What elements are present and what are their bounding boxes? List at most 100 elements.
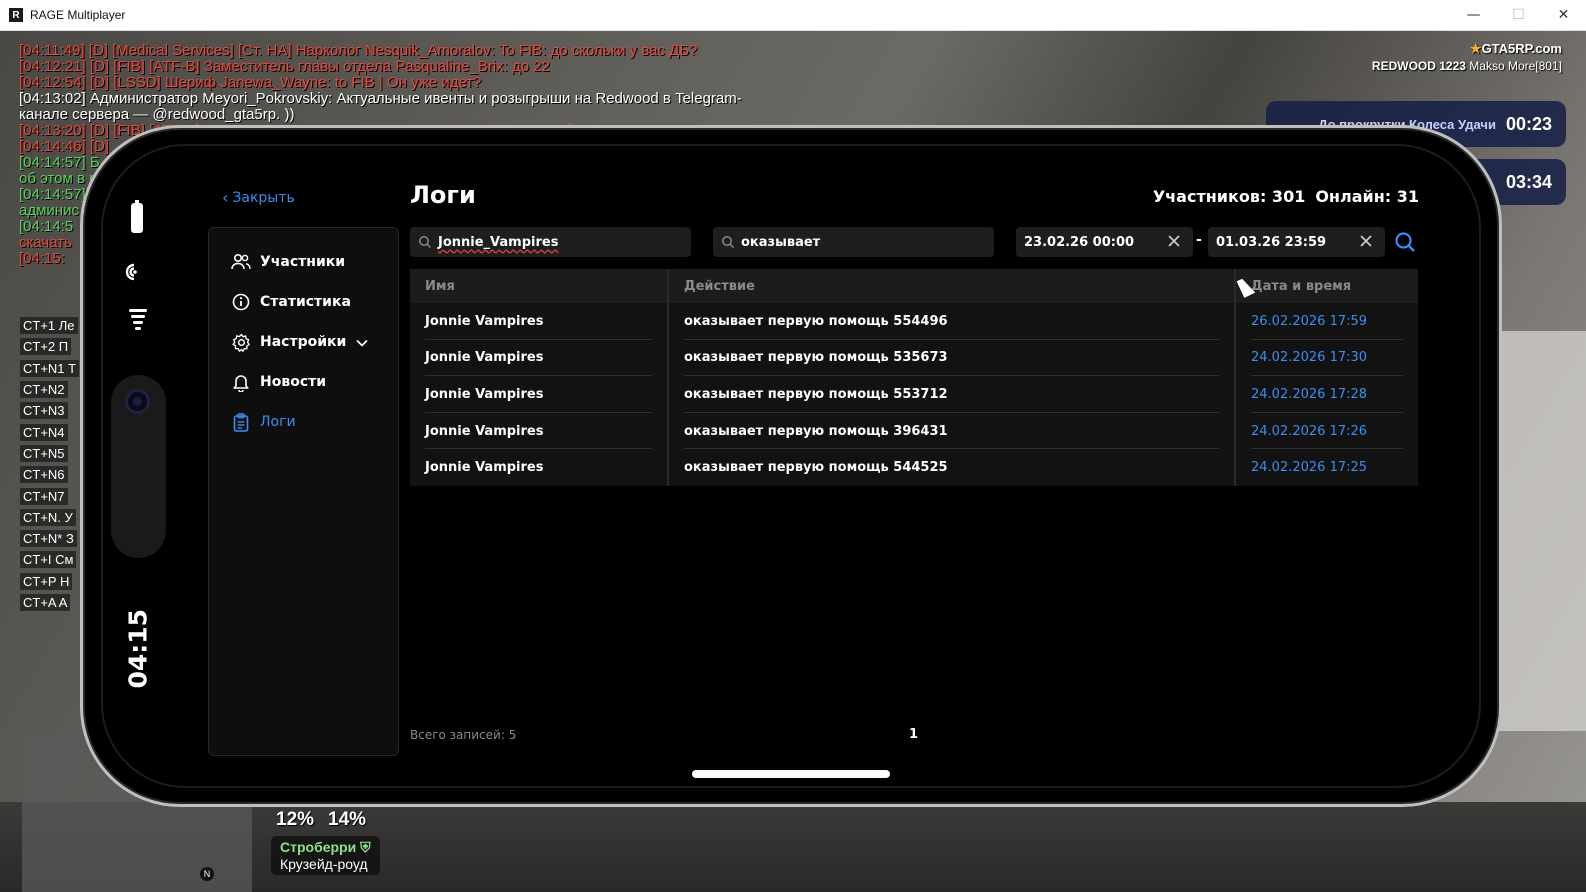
keybind-item: CT+N2 [20, 379, 79, 400]
close-window-button[interactable]: ✕ [1541, 0, 1586, 30]
cell-name: Jonnie Vampires [410, 376, 669, 413]
keybind-item: CT+N5 [20, 443, 79, 464]
table-header: Имя Действие Дата и время [410, 269, 1418, 303]
timer-value: 03:34 [1505, 171, 1552, 192]
server-info: ★GTA5RP.com REDWOOD 1223 Makso More[801] [1372, 41, 1562, 73]
column-header-name[interactable]: Имя [410, 269, 669, 303]
name-search-input[interactable]: Jonnie_Vampires [410, 227, 691, 257]
chat-line: [04:13:02] Администратор Meyori_Pokrovsk… [19, 91, 742, 107]
street-name: Крузейд-роуд [280, 856, 368, 872]
chevron-down-icon[interactable] [356, 335, 368, 351]
online-count: Онлайн: 31 [1315, 187, 1419, 206]
window-title: RAGE Multiplayer [30, 8, 126, 22]
date-separator: - [1196, 232, 1202, 248]
sidebar-item-label: Новости [260, 374, 327, 390]
keybind-item: CT+I См [20, 549, 79, 570]
star-icon: ★ [1469, 41, 1482, 56]
player-name: Makso More[801] [1469, 59, 1562, 73]
keybind-item: CT+N. У [20, 507, 79, 528]
chat-line: [04:11:49] [D] [Medical Services] [Ст. Н… [19, 43, 698, 59]
column-header-action[interactable]: Действие [669, 269, 1236, 303]
date-from-input[interactable]: 23.02.26 00:00 [1016, 227, 1193, 257]
table-row: Jonnie Vampires оказывает первую помощь … [410, 303, 1418, 340]
name-search-value: Jonnie_Vampires [438, 234, 559, 250]
camera-icon [125, 389, 150, 414]
zone-name: Строберри ⛨ [280, 839, 371, 855]
hunger-stat: 12% [276, 809, 315, 830]
page-title: Логи [410, 181, 476, 209]
cell-datetime[interactable]: 24.02.2026 17:26 [1236, 413, 1418, 450]
timer-value: 00:23 [1505, 113, 1552, 134]
clear-date-from-icon[interactable] [1167, 234, 1181, 248]
cell-action: оказывает первую помощь 554496 [669, 303, 1236, 340]
keybind-item: CT+N7 [20, 485, 79, 506]
sidebar-item-label: Логи [260, 414, 296, 430]
pagination-page[interactable]: 1 [909, 727, 918, 742]
thirst-stat: 14% [328, 809, 367, 830]
cell-name: Jonnie Vampires [410, 449, 669, 486]
sidebar-item-label: Статистика [260, 294, 351, 310]
close-button[interactable]: ‹ Закрыть [222, 188, 295, 207]
date-to-input[interactable]: 01.03.26 23:59 [1208, 227, 1385, 257]
cell-datetime[interactable]: 24.02.2026 17:25 [1236, 449, 1418, 486]
cell-name: Jonnie Vampires [410, 303, 669, 340]
sidebar-item-news[interactable]: Новости [209, 362, 398, 402]
action-search-value: оказывает [741, 234, 821, 250]
total-records: Всего записей: 5 [410, 728, 517, 742]
chat-line: [04:12:54] [D] [LSSD] Шериф Janewa_Wayne… [19, 75, 482, 91]
minimize-button[interactable]: — [1451, 0, 1496, 30]
keybind-item: CT+N3 [20, 400, 79, 421]
shield-icon: ⛨ [360, 839, 371, 855]
keybind-item: CT+N* З [20, 528, 79, 549]
signal-bars-icon [129, 309, 147, 333]
compass-north-icon: N [200, 867, 214, 881]
cell-action: оказывает первую помощь 544525 [669, 449, 1236, 486]
app-icon: R [9, 8, 23, 22]
cell-action: оказывает первую помощь 535673 [669, 339, 1236, 377]
phone-clock: 04:15 [123, 608, 153, 689]
sidebar-item-label: Настройки [260, 334, 347, 350]
window-titlebar: R RAGE Multiplayer — ☐ ✕ [0, 0, 1586, 31]
clear-date-to-icon[interactable] [1359, 234, 1373, 248]
sidebar-item-logs[interactable]: Логи [209, 402, 398, 442]
chevron-left-icon: ‹ [222, 188, 229, 207]
sidebar-item-statistics[interactable]: Статистика [209, 282, 398, 322]
users-icon [231, 252, 251, 272]
close-label: Закрыть [232, 189, 295, 206]
sidebar-item-participants[interactable]: Участники [209, 242, 398, 282]
table-row: Jonnie Vampires оказывает первую помощь … [410, 339, 1418, 377]
battery-icon [131, 200, 143, 233]
sidebar-item-settings[interactable]: Настройки [209, 322, 398, 362]
keybind-item: CT+N4 [20, 421, 79, 442]
cell-datetime[interactable]: 24.02.2026 17:30 [1236, 340, 1418, 377]
keybind-item: CT+1 Ле [20, 315, 79, 336]
logs-table: Имя Действие Дата и время Jonnie Vampire… [410, 269, 1418, 486]
bell-icon [231, 372, 251, 392]
info-icon [231, 292, 251, 312]
cell-action: оказывает первую помощь 396431 [669, 412, 1236, 450]
cell-name: Jonnie Vampires [410, 412, 669, 450]
participants-count: Участников: 301 [1152, 187, 1306, 206]
maximize-button[interactable]: ☐ [1496, 0, 1541, 30]
hud-stats: 12% 14% [276, 809, 366, 831]
keybind-item: CT+N1 Т [20, 358, 80, 379]
table-row: Jonnie Vampires оказывает первую помощь … [410, 376, 1418, 413]
keybind-item: CT+N6 [20, 464, 79, 485]
keybind-item: CT+A A [20, 592, 79, 613]
action-search-input[interactable]: оказывает [713, 227, 994, 257]
window-controls: — ☐ ✕ [1451, 0, 1586, 30]
table-row: Jonnie Vampires оказывает первую помощь … [410, 412, 1418, 450]
column-header-datetime[interactable]: Дата и время [1236, 269, 1418, 303]
search-button[interactable] [1394, 231, 1416, 253]
cell-datetime[interactable]: 26.02.2026 17:59 [1236, 303, 1418, 340]
cell-action: оказывает первую помощь 553712 [669, 376, 1236, 413]
date-from-value: 23.02.26 00:00 [1024, 234, 1135, 250]
chat-line: [04:12:21] [D] [FIB] [ATF-B] Заместитель… [19, 59, 550, 75]
home-indicator[interactable] [692, 770, 890, 778]
server-name: REDWOOD 1223 Makso More[801] [1371, 59, 1562, 73]
table-row: Jonnie Vampires оказывает первую помощь … [410, 449, 1418, 486]
gear-icon [231, 332, 251, 352]
nfc-signal-icon [123, 261, 151, 283]
cell-datetime[interactable]: 24.02.2026 17:28 [1236, 376, 1418, 413]
location-display: Строберри ⛨ Крузейд-роуд [271, 836, 380, 875]
